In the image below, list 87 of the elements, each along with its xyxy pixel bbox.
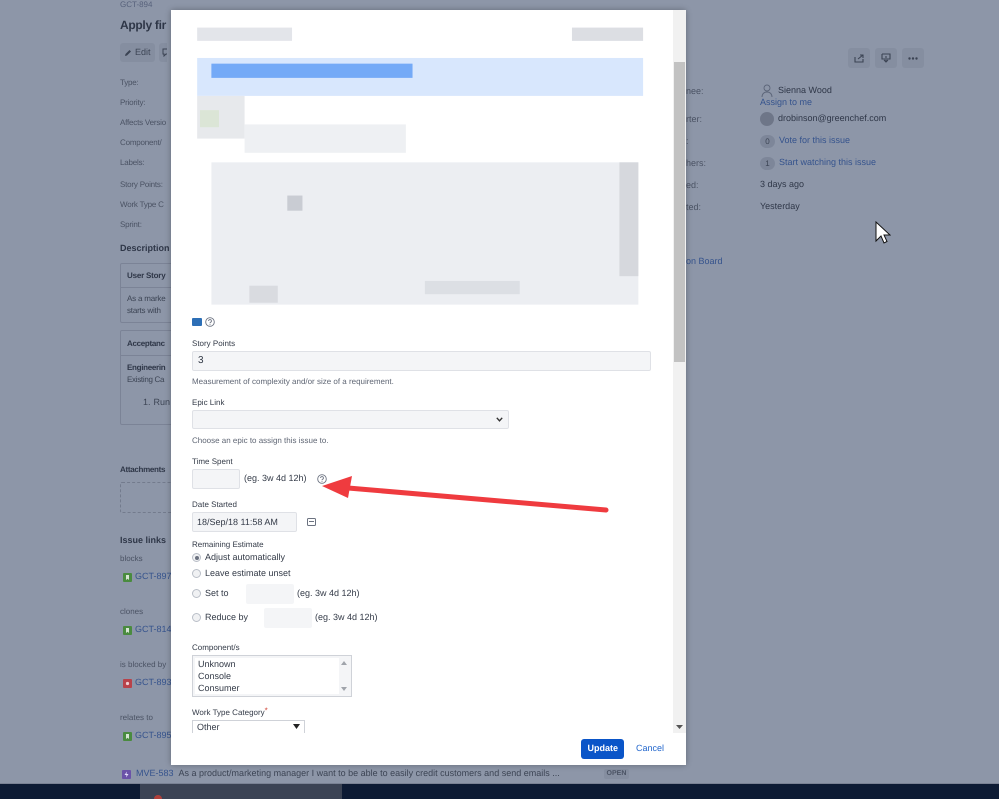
field-value: 3 days ago [760,178,804,192]
app-icon [154,795,162,799]
time-spent-input[interactable] [192,468,240,489]
count-badge: 1 [760,156,775,170]
field-label: hers: [686,157,708,170]
field-label: Work Type Category [192,706,265,718]
scrollbar[interactable] [673,10,686,733]
help-icon[interactable] [205,316,215,327]
section-heading: Issue links [120,534,168,547]
epic-link-select[interactable] [192,410,509,429]
story-text: starts with [127,305,162,317]
update-button[interactable]: Update [581,739,624,759]
export-button[interactable] [875,48,897,68]
field-hint: Measurement of complexity and/or size of a requirement. [192,376,395,387]
radio-button[interactable] [192,589,201,598]
speech-bubble-icon [162,48,167,57]
scroll-down-icon[interactable] [676,725,683,729]
section-heading: Description [120,242,171,255]
editor-toggle-icon[interactable] [192,318,202,326]
link-relation: relates to [120,712,154,724]
field-label: Story Points: [120,179,164,191]
field-label: Remaining Estimate [192,538,265,550]
criteria-heading: Engineerin [126,362,166,374]
work-type-select[interactable]: Other [192,720,305,733]
radio-button[interactable] [192,613,201,622]
issue-title: Apply fir [120,17,168,34]
field-label: Labels: [120,157,146,169]
issue-summary: As a product/marketing manager I want to be able to easily credit customers and send emails ... [178,767,561,780]
required-mark: * [264,706,268,715]
field-label: nee: [686,85,705,98]
radio-label[interactable]: Leave estimate unset [205,566,291,580]
list-option[interactable]: Console [198,670,336,682]
radio-button[interactable] [192,553,201,562]
help-icon[interactable] [316,474,327,484]
field-label: ed: [686,179,700,192]
mouse-cursor-icon [875,221,891,245]
more-button[interactable] [902,48,924,68]
format-example: (eg. 3w 4d 12h) [244,472,307,485]
format-example: (eg. 3w 4d 12h) [315,610,378,624]
story-text: As a marke [127,293,166,305]
field-label: Component/ [120,137,163,149]
field-label: Date Started [192,498,238,510]
count-badge: 0 [760,134,775,148]
story-points-input[interactable]: 3 [192,350,651,371]
pencil-icon [124,48,132,56]
field-label: : [686,135,690,148]
field-label: Work Type C [120,199,165,211]
criteria-text: Existing Ca [126,374,166,386]
field-label: rter: [686,113,704,126]
more-icon [908,56,918,60]
field-label: Epic Link [192,396,226,408]
date-input[interactable]: 18/Sep/18 11:58 AM [192,512,297,532]
scroll-up-icon[interactable] [341,660,347,665]
components-listbox[interactable]: Unknown Console Consumer [192,654,352,697]
radio-button[interactable] [192,569,201,578]
link-relation: clones [120,606,144,618]
link-relation: is blocked by [120,659,168,671]
field-label: ted: [686,201,702,214]
field-value: Yesterday [760,200,800,214]
list-number: 1. [143,396,151,408]
radio-label[interactable]: Adjust automatically [205,550,286,564]
list-option[interactable]: Consumer [198,682,336,694]
cancel-link[interactable]: Cancel [636,742,664,756]
field-label: Time Spent [192,456,234,467]
field-label: Type: [120,77,140,89]
share-button[interactable] [848,48,870,68]
comment-button[interactable] [158,43,167,62]
list-option[interactable]: Unknown [198,658,336,670]
radio-label[interactable]: Set to [205,586,242,600]
list-text: Run [154,396,170,408]
section-heading: Attachments [120,464,166,476]
calendar-icon[interactable] [307,518,316,526]
chevron-down-icon [496,416,503,422]
radio-label[interactable]: Reduce by [205,610,260,624]
dropdown-arrow-icon [293,724,300,730]
field-label: Affects Versio [120,117,167,129]
field-label: Component/s [192,642,241,653]
field-value: Sienna Wood [778,84,832,98]
download-icon [881,53,891,63]
field-hint: Choose an epic to assign this issue to. [192,434,330,446]
format-example: (eg. 3w 4d 12h) [297,586,360,600]
field-label: Sprint: [120,219,143,231]
field-value: drobinson@greenchef.com [778,112,886,126]
field-label: Priority: [120,97,146,109]
link-relation: blocks [120,553,144,565]
share-icon [854,54,864,62]
field-label: Story Points [192,338,236,349]
